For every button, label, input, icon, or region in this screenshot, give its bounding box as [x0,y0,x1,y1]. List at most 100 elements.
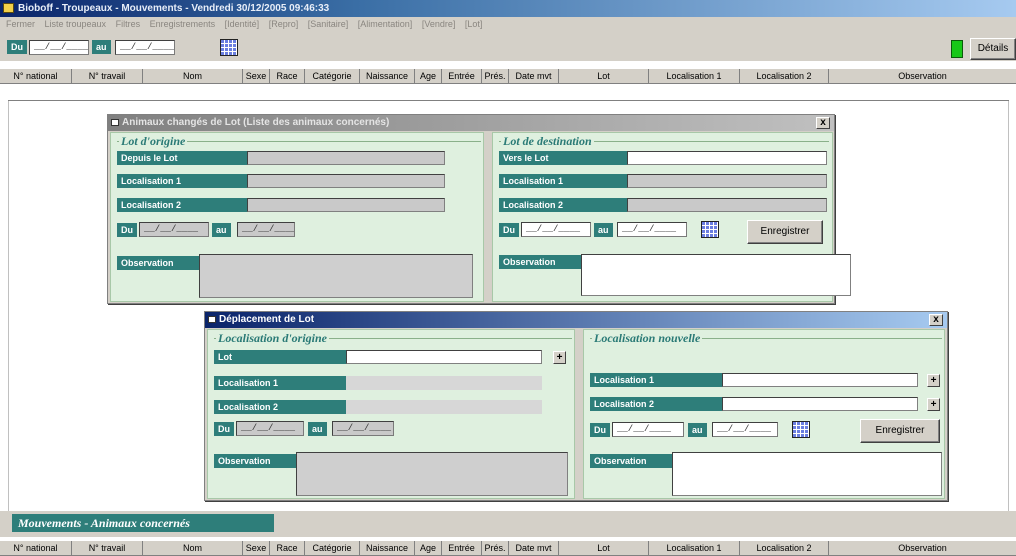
dialog1-title: Animaux changés de Lot (Liste des animau… [122,117,390,128]
col-localisation-2[interactable]: Localisation 2 [740,69,829,84]
col-naissance[interactable]: Naissance [360,69,415,84]
col-localisation-1[interactable]: Localisation 1 [649,541,740,556]
d2-new-au-label: au [688,423,707,437]
col-n-national[interactable]: N° national [0,541,72,556]
d1-origin-observation-field [199,254,473,298]
col-localisation-1[interactable]: Localisation 1 [649,69,740,84]
d1-dest-date-from[interactable]: __/__/____ [521,222,591,237]
d2-origin-observation-field [296,452,568,496]
dialog1-icon [111,119,119,126]
d1-enregistrer-button[interactable]: Enregistrer [747,220,823,244]
dialog2-title: Déplacement de Lot [219,314,315,325]
vers-lot-field[interactable] [627,151,827,165]
dialog1-origin-group-title: Lot d'origine [119,134,188,149]
menu-fermer[interactable]: Fermer [6,19,35,29]
d2-new-localisation1-field[interactable] [722,373,918,387]
menu-vendre[interactable]: [Vendre] [422,19,456,29]
col-nom[interactable]: Nom [143,541,243,556]
d2-new-date-from[interactable]: __/__/____ [612,422,684,437]
col-localisation-2[interactable]: Localisation 2 [740,541,829,556]
d1-origin-du-label: Du [117,223,137,237]
col-lot[interactable]: Lot [559,541,649,556]
menu-filtres[interactable]: Filtres [116,19,141,29]
dialog2-title-bar[interactable]: Déplacement de Lot [205,312,947,328]
app-icon [3,3,14,13]
d2-localisation2-plus-button[interactable]: + [927,398,940,411]
d2-origin-date-to: __/__/____ [332,421,394,436]
col-race[interactable]: Race [270,69,305,84]
d2-new-observation-field[interactable] [672,452,942,496]
d1-dest-date-to[interactable]: __/__/____ [617,222,687,237]
toolbar-au-label: au [92,40,111,54]
d1-dest-du-label: Du [499,223,519,237]
col-date-mvt[interactable]: Date mvt [509,69,559,84]
menu-alimentation[interactable]: [Alimentation] [358,19,413,29]
col-age[interactable]: Age [415,541,442,556]
d1-dest-observation-field[interactable] [581,254,851,296]
col-nom[interactable]: Nom [143,69,243,84]
calendar-icon[interactable] [220,39,238,56]
d1-dest-localisation1-label: Localisation 1 [499,174,627,188]
menu-sanitaire[interactable]: [Sanitaire] [308,19,349,29]
menu-enregistrements[interactable]: Enregistrements [150,19,216,29]
menu-liste-troupeaux[interactable]: Liste troupeaux [45,19,107,29]
dialog1-origin-panel: Lot d'origine Depuis le Lot Localisation… [110,132,484,302]
col-date-mvt[interactable]: Date mvt [509,541,559,556]
d1-dest-localisation2-field [627,198,827,212]
d2-origin-observation-label: Observation [214,454,298,468]
dialog2-origin-panel: Localisation d'origine Lot + Localisatio… [207,329,575,499]
dialog1-title-bar[interactable]: Animaux changés de Lot (Liste des animau… [108,115,834,131]
details-button[interactable]: Détails [970,38,1016,60]
toolbar-date-from-input[interactable]: __/__/____ [29,40,89,55]
d1-origin-observation-label: Observation [117,256,201,270]
col-lot[interactable]: Lot [559,69,649,84]
dialog1-close-icon[interactable]: x [816,117,830,129]
col-observation[interactable]: Observation [829,69,1016,84]
d2-origin-localisation1-label: Localisation 1 [214,376,346,390]
depuis-lot-field [247,151,445,165]
col-pres[interactable]: Prés. [482,541,509,556]
d1-origin-au-label: au [212,223,231,237]
menu-repro[interactable]: [Repro] [269,19,299,29]
window-title-bar[interactable]: Bioboff - Troupeaux - Mouvements - Vendr… [0,0,1016,17]
toolbar-date-to-input[interactable]: __/__/____ [115,40,175,55]
menu-lot[interactable]: [Lot] [465,19,483,29]
d1-origin-date-to: __/__/____ [237,222,295,237]
col-categorie[interactable]: Catégorie [305,541,360,556]
dialog1-destination-panel: Lot de destination Vers le Lot Localisat… [492,132,851,302]
d1-origin-localisation1-field [247,174,445,188]
dialog2-close-icon[interactable]: x [929,314,943,326]
col-sexe[interactable]: Sexe [243,69,270,84]
d2-origin-du-label: Du [214,422,234,436]
d2-calendar-icon[interactable] [792,421,810,438]
d2-lot-plus-button[interactable]: + [553,351,566,364]
d2-lot-field[interactable] [346,350,542,364]
col-n-travail[interactable]: N° travail [72,541,143,556]
d2-localisation1-plus-button[interactable]: + [927,374,940,387]
menu-bar: Fermer Liste troupeaux Filtres Enregistr… [0,17,1016,31]
d1-calendar-icon[interactable] [701,221,719,238]
col-n-national[interactable]: N° national [0,69,72,84]
vers-lot-label: Vers le Lot [499,151,627,165]
window-title: Bioboff - Troupeaux - Mouvements - Vendr… [18,3,330,14]
d2-origin-localisation1-field [346,376,542,390]
toolbar-du-label: Du [7,40,27,54]
col-age[interactable]: Age [415,69,442,84]
d1-dest-au-label: au [594,223,613,237]
col-naissance[interactable]: Naissance [360,541,415,556]
d2-new-date-to[interactable]: __/__/____ [712,422,778,437]
col-entree[interactable]: Entrée [442,69,482,84]
col-pres[interactable]: Prés. [482,69,509,84]
grid-row-empty[interactable] [8,84,1009,101]
col-observation[interactable]: Observation [829,541,1016,556]
col-n-travail[interactable]: N° travail [72,69,143,84]
col-sexe[interactable]: Sexe [243,541,270,556]
col-categorie[interactable]: Catégorie [305,69,360,84]
d1-origin-localisation1-label: Localisation 1 [117,174,247,188]
d2-enregistrer-button[interactable]: Enregistrer [860,419,940,443]
dialog2-new-group-title: Localisation nouvelle [592,331,703,346]
d2-new-localisation2-field[interactable] [722,397,918,411]
col-entree[interactable]: Entrée [442,541,482,556]
col-race[interactable]: Race [270,541,305,556]
menu-identite[interactable]: [Identité] [225,19,260,29]
